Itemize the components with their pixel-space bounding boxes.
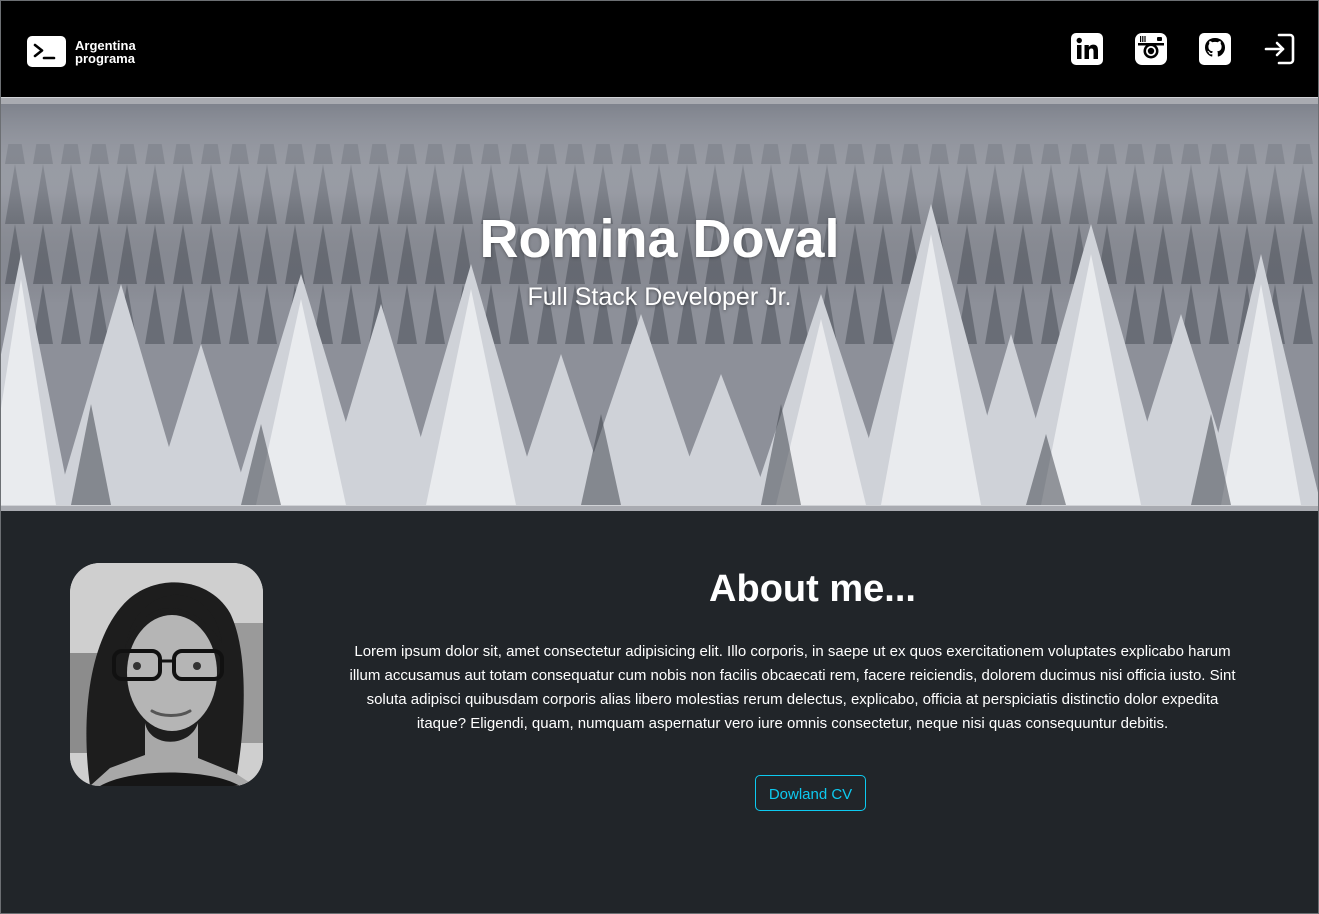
brand-line-1: Argentina	[75, 37, 136, 53]
about-description: Lorem ipsum dolor sit, amet consectetur …	[349, 643, 1236, 732]
brand-logo[interactable]: Argentina programa	[27, 36, 136, 67]
hero-subtitle: Full Stack Developer Jr.	[527, 283, 792, 311]
login-icon[interactable]	[1262, 32, 1296, 66]
instagram-icon[interactable]	[1134, 32, 1168, 66]
social-links	[1040, 32, 1296, 66]
linkedin-icon[interactable]	[1070, 32, 1104, 66]
about-title: About me...	[709, 568, 916, 610]
brand-line-2: programa	[75, 50, 135, 66]
hero-title: Romina Doval	[479, 209, 840, 269]
navbar-divider	[1, 97, 1318, 104]
hero-banner: Romina Doval Full Stack Developer Jr.	[1, 104, 1318, 505]
page-frame: Argentina programa Romina Doval Full Sta…	[0, 0, 1319, 914]
terminal-icon	[27, 36, 66, 67]
about-section: About me... Lorem ipsum dolor sit, amet …	[1, 511, 1318, 913]
github-icon[interactable]	[1198, 32, 1232, 66]
download-cv-button[interactable]: Dowland CV	[755, 775, 866, 811]
navbar: Argentina programa	[1, 1, 1318, 97]
profile-photo	[70, 563, 263, 786]
brand-text: Argentina programa	[75, 39, 136, 65]
